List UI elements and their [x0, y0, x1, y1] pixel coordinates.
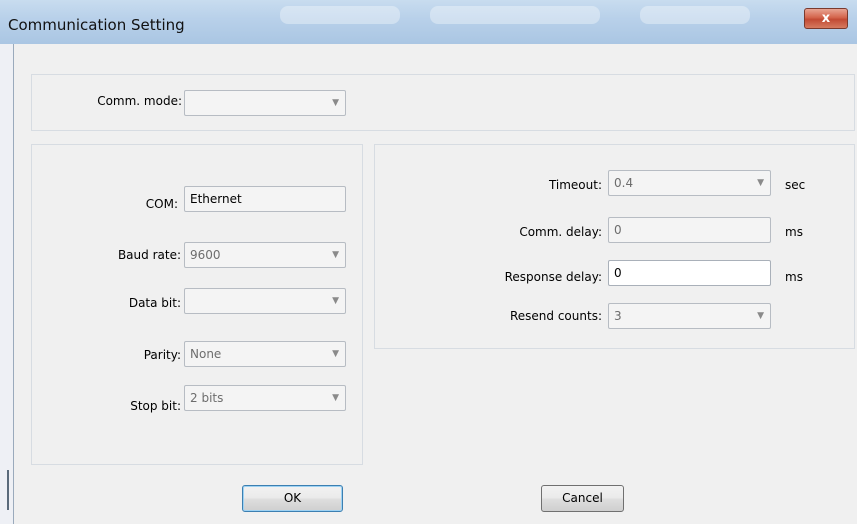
chevron-down-icon: ▼	[757, 311, 764, 321]
resend-counts-label: Resend counts:	[509, 309, 602, 323]
chevron-down-icon: ▼	[332, 296, 339, 306]
chevron-down-icon: ▼	[757, 178, 764, 188]
communication-setting-window: Communication Setting x Comm. mode: ▼ CO…	[0, 0, 857, 524]
resend-counts-select[interactable]: 3 ▼	[608, 303, 771, 329]
parity-select[interactable]: None ▼	[184, 341, 346, 367]
chevron-down-icon: ▼	[332, 98, 339, 108]
chevron-down-icon: ▼	[332, 349, 339, 359]
timeout-unit: sec	[785, 178, 806, 192]
baud-rate-label: Baud rate:	[117, 248, 181, 262]
comm-delay-unit: ms	[785, 225, 803, 239]
comm-delay-label: Comm. delay:	[519, 225, 602, 239]
chevron-down-icon: ▼	[332, 250, 339, 260]
comm-mode-group: Comm. mode: ▼	[31, 74, 855, 131]
window-edge	[7, 470, 9, 510]
chevron-down-icon: ▼	[332, 393, 339, 403]
com-field[interactable]: Ethernet	[184, 186, 346, 212]
response-delay-label: Response delay:	[504, 270, 602, 284]
serial-settings-group: COM: Ethernet Baud rate: 9600 ▼ Data bit…	[31, 144, 363, 465]
comm-delay-field[interactable]: 0	[608, 217, 771, 243]
response-delay-unit: ms	[785, 270, 803, 284]
window-title: Communication Setting	[8, 16, 185, 34]
response-delay-field[interactable]: 0	[608, 260, 771, 286]
data-bit-select[interactable]: ▼	[184, 288, 346, 314]
close-button[interactable]: x	[804, 8, 848, 29]
ok-button[interactable]: OK	[242, 485, 343, 512]
data-bit-label: Data bit:	[128, 296, 181, 310]
parity-label: Parity:	[143, 348, 181, 362]
titlebar-glass	[640, 6, 750, 24]
comm-mode-select[interactable]: ▼	[184, 90, 346, 116]
dialog-body: Comm. mode: ▼ COM: Ethernet Baud rate: 9…	[13, 44, 857, 524]
timeout-label: Timeout:	[548, 178, 602, 192]
titlebar-glass	[430, 6, 600, 24]
timeout-select[interactable]: 0.4 ▼	[608, 170, 771, 196]
close-icon: x	[821, 11, 831, 26]
cancel-button[interactable]: Cancel	[541, 485, 624, 512]
titlebar-glass	[280, 6, 400, 24]
comm-mode-label: Comm. mode:	[97, 94, 182, 108]
timing-settings-group: Timeout: 0.4 ▼ sec Comm. delay: 0 ms Res…	[374, 144, 855, 349]
stop-bit-select[interactable]: 2 bits ▼	[184, 385, 346, 411]
baud-rate-select[interactable]: 9600 ▼	[184, 242, 346, 268]
title-bar[interactable]: Communication Setting x	[0, 0, 857, 44]
com-label: COM:	[145, 197, 178, 211]
stop-bit-label: Stop bit:	[130, 399, 181, 413]
